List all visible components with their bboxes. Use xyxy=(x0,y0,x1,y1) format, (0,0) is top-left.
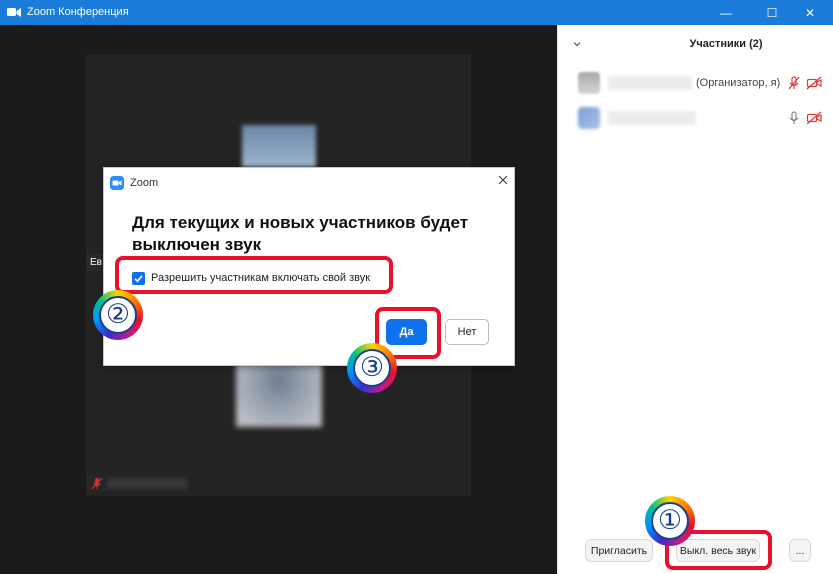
close-icon[interactable] xyxy=(497,174,509,186)
window-titlebar: Zoom Конференция — ☐ ✕ xyxy=(0,0,833,25)
no-button[interactable]: Нет xyxy=(445,319,489,345)
blurred-name xyxy=(608,76,692,90)
video-off-icon[interactable] xyxy=(806,110,822,126)
video-off-icon[interactable] xyxy=(806,75,822,91)
dialog-heading: Для текущих и новых участников будет вык… xyxy=(132,213,469,254)
close-window-button[interactable]: ✕ xyxy=(787,0,833,25)
step-3-number: ③ xyxy=(353,349,391,387)
video-name-tag xyxy=(87,475,191,492)
zoom-app-icon xyxy=(7,8,21,17)
avatar xyxy=(578,107,600,129)
checkbox-highlight xyxy=(115,256,393,294)
participants-title: Участники (2) xyxy=(689,38,763,50)
zoom-logo-icon xyxy=(110,176,124,190)
blurred-name xyxy=(608,111,696,125)
step-2-badge: ② xyxy=(93,290,143,340)
window-title: Zoom Конференция xyxy=(27,6,129,18)
participant-row[interactable]: (Организатор, я) xyxy=(558,70,833,96)
invite-button[interactable]: Пригласить xyxy=(585,539,653,562)
blurred-name xyxy=(107,479,187,488)
step-2-number: ② xyxy=(99,296,137,334)
participants-panel: Участники (2) (Организатор, я) Пригласит… xyxy=(557,25,833,574)
dialog-title: Zoom xyxy=(130,177,159,189)
more-options-button[interactable]: ... xyxy=(789,539,811,562)
minimize-button[interactable]: — xyxy=(703,0,749,25)
blurred-participant-head xyxy=(242,125,316,167)
microphone-icon[interactable] xyxy=(786,110,802,126)
mic-muted-icon[interactable] xyxy=(786,75,802,91)
step-3-badge: ③ xyxy=(347,343,397,393)
participant-row[interactable] xyxy=(558,105,833,131)
avatar xyxy=(578,72,600,94)
mic-muted-icon xyxy=(91,477,103,490)
step-1-badge: ① xyxy=(645,496,695,546)
step-1-number: ① xyxy=(651,502,689,540)
participant-role: (Организатор, я) xyxy=(696,77,781,89)
